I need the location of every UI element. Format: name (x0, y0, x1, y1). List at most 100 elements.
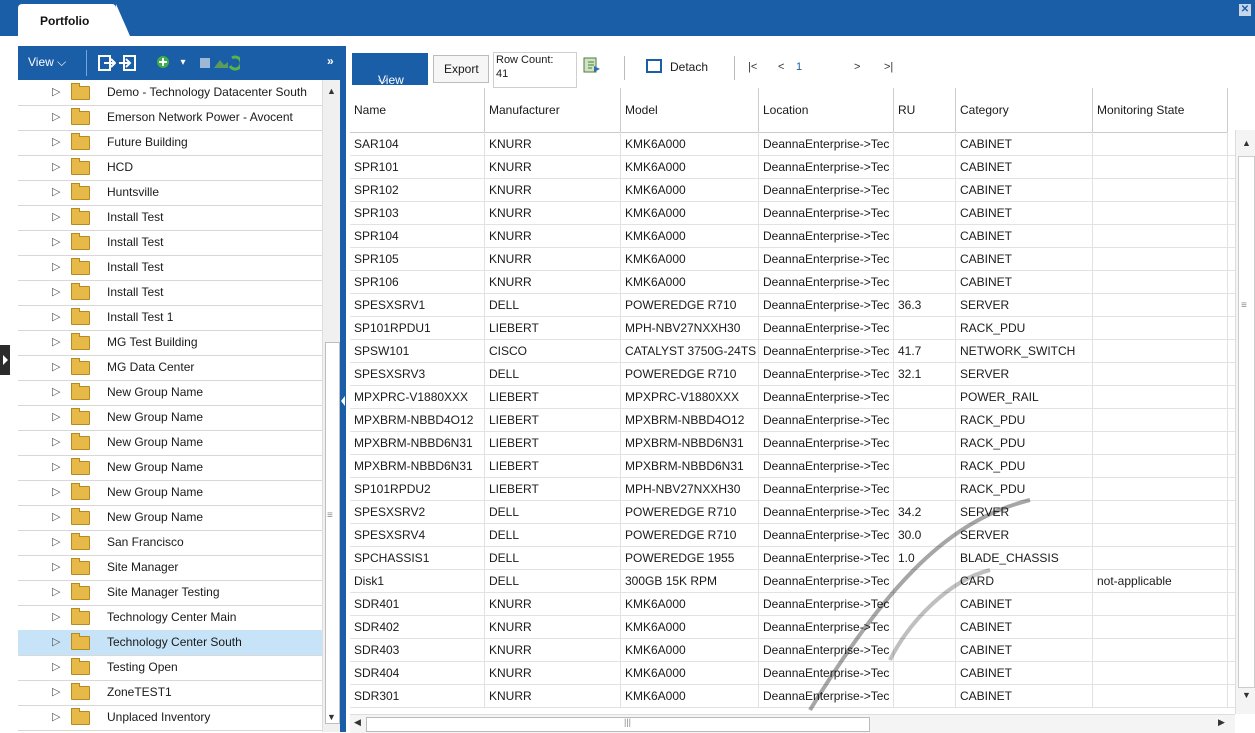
grid-hscroll-thumb[interactable] (366, 717, 870, 732)
prev-page-button[interactable]: < (778, 55, 784, 79)
expand-panel-button[interactable]: » (327, 54, 334, 68)
table-row[interactable]: MPXBRM-NBBD6N31 LIEBERT MPXBRM-NBBD6N31 Dea… (350, 431, 1235, 455)
tree-item[interactable]: ▷ Huntsville (18, 180, 322, 206)
table-row[interactable]: SPR102 KNURR KMK6A000 DeannaEnterprise->Tec… (350, 178, 1235, 202)
first-page-button[interactable]: |< (748, 55, 757, 79)
table-row[interactable]: SDR404 KNURR KMK6A000 DeannaEnterprise->Tec… (350, 661, 1235, 685)
tree-item[interactable]: ▷ New Group Name (18, 380, 322, 406)
tree-item[interactable]: ▷ Demo - Technology Datacenter South (18, 80, 322, 106)
tree-item[interactable]: ▷ Install Test (18, 280, 322, 306)
tree-item[interactable]: ▷ Emerson Network Power - Avocent (18, 105, 322, 131)
tree-view-menu-button[interactable]: View ⌵ (28, 55, 66, 70)
tree-item[interactable]: ▷ Install Test (18, 205, 322, 231)
expand-arrow-icon[interactable]: ▷ (52, 660, 60, 673)
expand-arrow-icon[interactable]: ▷ (52, 560, 60, 573)
expand-arrow-icon[interactable]: ▷ (52, 110, 60, 123)
scroll-down-icon[interactable]: ▼ (1242, 690, 1251, 700)
tree-item[interactable]: ▷ Install Test (18, 255, 322, 281)
table-row[interactable]: SDR403 KNURR KMK6A000 DeannaEnterprise->Tec… (350, 638, 1235, 662)
tree-item[interactable]: ▷ HCD (18, 155, 322, 181)
grid-view-menu-button[interactable]: View ⌵ (352, 53, 428, 87)
next-page-button[interactable]: > (854, 55, 860, 79)
tree-item[interactable]: ▷ Testing Open (18, 655, 322, 681)
tree-item[interactable]: ▷ MG Test Building (18, 330, 322, 356)
move-in-icon[interactable] (98, 54, 117, 72)
table-row[interactable]: Disk1 DELL 300GB 15K RPM DeannaEnterprise->… (350, 569, 1235, 593)
export-to-file-icon[interactable] (583, 56, 601, 74)
dropdown-icon[interactable]: ▾ (174, 54, 192, 72)
expand-arrow-icon[interactable]: ▷ (52, 335, 60, 348)
tree-item[interactable]: ▷ Technology Center Main (18, 605, 322, 631)
expand-arrow-icon[interactable]: ▷ (52, 310, 60, 323)
expand-arrow-icon[interactable]: ▷ (52, 635, 60, 648)
tree-item[interactable]: ▷ Technology Center South (18, 630, 322, 656)
tree-item[interactable]: ▷ Site Manager (18, 555, 322, 581)
tree-scrollbar-thumb[interactable] (325, 342, 340, 724)
expand-arrow-icon[interactable]: ▷ (52, 135, 60, 148)
move-out-icon[interactable] (118, 54, 136, 72)
expand-arrow-icon[interactable]: ▷ (52, 360, 60, 373)
expand-arrow-icon[interactable]: ▷ (52, 410, 60, 423)
grid-vertical-scrollbar[interactable]: ▲ ≡ ▼ (1235, 130, 1255, 714)
expand-arrow-icon[interactable]: ▷ (52, 160, 60, 173)
expand-arrow-icon[interactable]: ▷ (52, 710, 60, 723)
detach-button[interactable]: Detach (646, 55, 728, 81)
scroll-up-icon[interactable]: ▲ (1242, 138, 1251, 148)
table-row[interactable]: SPR105 KNURR KMK6A000 DeannaEnterprise->Tec… (350, 247, 1235, 271)
tree-item[interactable]: ▷ New Group Name (18, 430, 322, 456)
scroll-up-icon[interactable]: ▲ (327, 86, 336, 96)
tree-item[interactable]: ▷ Install Test 1 (18, 305, 322, 331)
column-header[interactable]: Category (956, 88, 1093, 132)
column-header[interactable]: Monitoring State (1093, 88, 1228, 132)
table-row[interactable]: SPESXSRV1 DELL POWEREDGE R710 DeannaEnterpr… (350, 293, 1235, 317)
expand-arrow-icon[interactable]: ▷ (52, 185, 60, 198)
table-row[interactable]: SPR104 KNURR KMK6A000 DeannaEnterprise->Tec… (350, 224, 1235, 248)
tree-item[interactable]: ▷ New Group Name (18, 455, 322, 481)
chart-icon[interactable] (200, 54, 243, 72)
export-button[interactable]: Export (433, 55, 489, 83)
panel-splitter[interactable] (340, 46, 346, 732)
scroll-left-icon[interactable]: ◀ (354, 717, 361, 728)
table-row[interactable]: SPSW101 CISCO CATALYST 3750G-24TS DeannaEnt… (350, 339, 1235, 363)
add-icon[interactable] (154, 54, 172, 72)
column-header[interactable]: Model (621, 88, 759, 132)
expand-arrow-icon[interactable]: ▷ (52, 610, 60, 623)
page-number[interactable]: 1 (796, 55, 802, 79)
table-row[interactable]: SDR301 KNURR KMK6A000 DeannaEnterprise->Tec… (350, 684, 1235, 708)
expand-arrow-icon[interactable]: ▷ (52, 460, 60, 473)
table-row[interactable]: MPXBRM-NBBD6N31 LIEBERT MPXBRM-NBBD6N31 Dea… (350, 454, 1235, 478)
scroll-down-icon[interactable]: ▼ (327, 712, 336, 722)
grid-scrollbar-thumb[interactable] (1238, 156, 1255, 688)
tree-item[interactable]: ▷ Site Manager Testing (18, 580, 322, 606)
tree-item[interactable]: ▷ New Group Name (18, 405, 322, 431)
table-row[interactable]: MPXPRC-V1880XXX LIEBERT MPXPRC-V1880XXX Dea… (350, 385, 1235, 409)
table-row[interactable]: SPR106 KNURR KMK6A000 DeannaEnterprise->Tec… (350, 270, 1235, 294)
tree-item[interactable]: ▷ MG Data Center (18, 355, 322, 381)
expand-arrow-icon[interactable]: ▷ (52, 585, 60, 598)
expand-arrow-icon[interactable]: ▷ (52, 510, 60, 523)
tree-item[interactable]: ▷ Future Building (18, 130, 322, 156)
expand-arrow-icon[interactable]: ▷ (52, 85, 60, 98)
table-row[interactable]: SPR103 KNURR KMK6A000 DeannaEnterprise->Tec… (350, 201, 1235, 225)
last-page-button[interactable]: >| (884, 55, 893, 79)
table-row[interactable]: SPESXSRV2 DELL POWEREDGE R710 DeannaEnterpr… (350, 500, 1235, 524)
column-header[interactable]: RU (894, 88, 956, 132)
expand-arrow-icon[interactable]: ▷ (52, 435, 60, 448)
tree-item[interactable]: ▷ ZoneTEST1 (18, 680, 322, 706)
expand-arrow-icon[interactable]: ▷ (52, 235, 60, 248)
table-row[interactable]: SPR101 KNURR KMK6A000 DeannaEnterprise->Tec… (350, 155, 1235, 179)
close-icon[interactable]: ✕ (1239, 4, 1251, 16)
table-row[interactable]: SPESXSRV3 DELL POWEREDGE R710 DeannaEnterpr… (350, 362, 1235, 386)
collapse-arrow-icon[interactable] (341, 396, 345, 406)
column-header[interactable]: Name (350, 88, 485, 132)
table-row[interactable]: SPCHASSIS1 DELL POWEREDGE 1955 DeannaEnterp… (350, 546, 1235, 570)
expand-arrow-icon[interactable]: ▷ (52, 210, 60, 223)
table-row[interactable]: MPXBRM-NBBD4O12 LIEBERT MPXBRM-NBBD4O12 Dea… (350, 408, 1235, 432)
table-row[interactable]: SDR401 KNURR KMK6A000 DeannaEnterprise->Tec… (350, 592, 1235, 616)
table-row[interactable]: SP101RPDU2 LIEBERT MPH-NBV27NXXH30 DeannaEn… (350, 477, 1235, 501)
collapse-sidebar-handle[interactable] (0, 345, 10, 375)
grid-horizontal-scrollbar[interactable]: ◀ ||| ▶ (350, 714, 1235, 733)
column-header[interactable]: Location (759, 88, 894, 132)
expand-arrow-icon[interactable]: ▷ (52, 385, 60, 398)
table-row[interactable]: SP101RPDU1 LIEBERT MPH-NBV27NXXH30 DeannaEn… (350, 316, 1235, 340)
